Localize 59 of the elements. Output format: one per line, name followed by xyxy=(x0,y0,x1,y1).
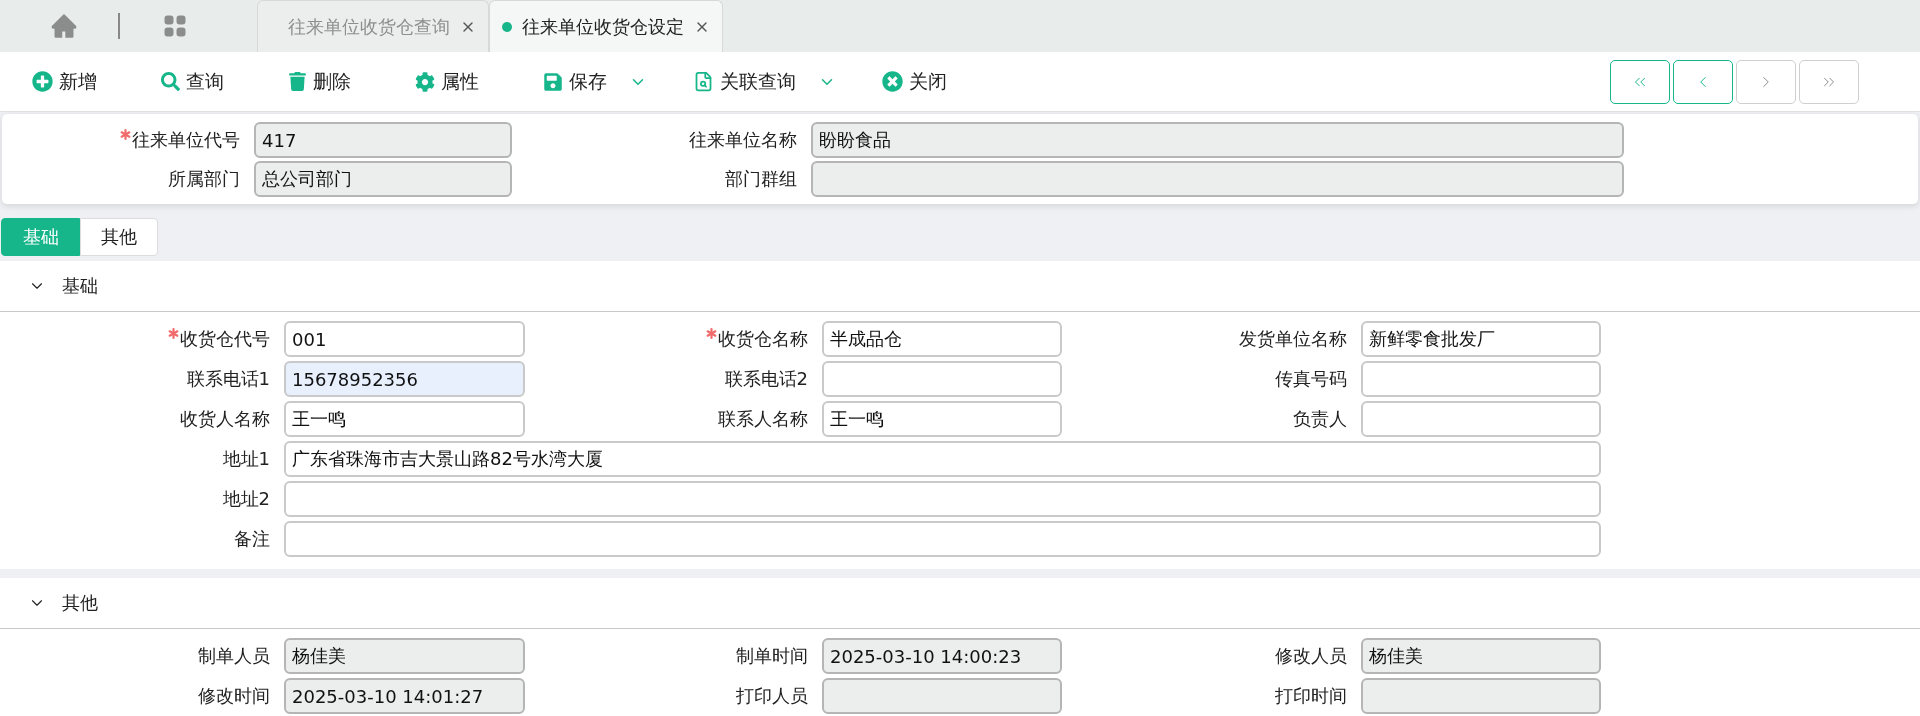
toolbar-button[interactable]: 查询 xyxy=(159,64,226,99)
field-label: 往来单位名称 xyxy=(689,128,797,152)
text-field[interactable] xyxy=(284,521,1601,557)
field-label: 所属部门 xyxy=(168,167,240,191)
text-field[interactable]: 广东省珠海市吉大景山路82号水湾大厦 xyxy=(284,441,1601,477)
close-icon xyxy=(882,71,903,92)
pager-button[interactable] xyxy=(1610,59,1670,104)
field-label: 备注 xyxy=(234,527,270,551)
text-field[interactable]: 15678952356 xyxy=(284,361,525,397)
toolbar-button[interactable]: 删除 xyxy=(286,64,353,99)
text-field[interactable] xyxy=(284,481,1601,517)
toolbar-button[interactable]: 关闭 xyxy=(880,64,949,99)
section-title: 其他 xyxy=(62,591,98,615)
pager-button[interactable] xyxy=(1673,59,1733,104)
field-label: 修改时间 xyxy=(198,684,270,708)
field-label: 往来单位代号 xyxy=(120,128,240,152)
text-field[interactable]: 王一鸣 xyxy=(822,401,1062,437)
field-label: 收货仓名称 xyxy=(706,327,808,351)
field-label: 制单时间 xyxy=(736,644,808,668)
trash-icon xyxy=(288,72,307,91)
toolbar-button[interactable]: 新增 xyxy=(30,64,99,99)
field-label: 负责人 xyxy=(1293,407,1347,431)
text-field[interactable]: 001 xyxy=(284,321,525,357)
field-label: 制单人员 xyxy=(198,644,270,668)
document-search-icon xyxy=(693,71,714,92)
field-label: 联系电话2 xyxy=(724,367,808,391)
active-dot-icon xyxy=(502,21,512,32)
field-label: 联系人名称 xyxy=(718,407,808,431)
home-icon[interactable] xyxy=(50,12,78,40)
toolbar-button[interactable]: 属性 xyxy=(413,64,481,99)
field-label: 联系电话1 xyxy=(186,367,270,391)
form-tab[interactable]: 其他 xyxy=(80,218,158,256)
field-label: 地址1 xyxy=(222,447,270,471)
field-label: 传真号码 xyxy=(1275,367,1347,391)
save-icon xyxy=(543,71,563,92)
plus-icon xyxy=(32,71,53,92)
field-label: 打印人员 xyxy=(736,684,808,708)
toolbar-button[interactable]: 保存 xyxy=(541,64,609,99)
field-label: 修改人员 xyxy=(1275,644,1347,668)
text-field[interactable] xyxy=(1361,361,1601,397)
field-label: 收货仓代号 xyxy=(168,327,270,351)
text-field[interactable]: 王一鸣 xyxy=(284,401,525,437)
text-field[interactable]: 半成品仓 xyxy=(822,321,1062,357)
required-icon xyxy=(168,328,179,339)
field-label: 打印时间 xyxy=(1275,684,1347,708)
required-icon xyxy=(120,129,131,140)
field-label: 地址2 xyxy=(222,487,270,511)
gear-icon xyxy=(415,71,435,92)
section-title: 基础 xyxy=(62,274,98,298)
text-field[interactable] xyxy=(1361,401,1601,437)
field-label: 收货人名称 xyxy=(180,407,270,431)
text-field[interactable] xyxy=(822,361,1062,397)
field-label: 部门群组 xyxy=(725,167,797,191)
page-tab[interactable]: 往来单位收货仓设定 xyxy=(489,0,723,52)
text-field[interactable]: 新鲜零食批发厂 xyxy=(1361,321,1601,357)
search-icon xyxy=(161,72,180,91)
field-label: 发货单位名称 xyxy=(1239,327,1347,351)
toolbar-button[interactable]: 关联查询 xyxy=(691,64,798,99)
required-icon xyxy=(706,328,717,339)
